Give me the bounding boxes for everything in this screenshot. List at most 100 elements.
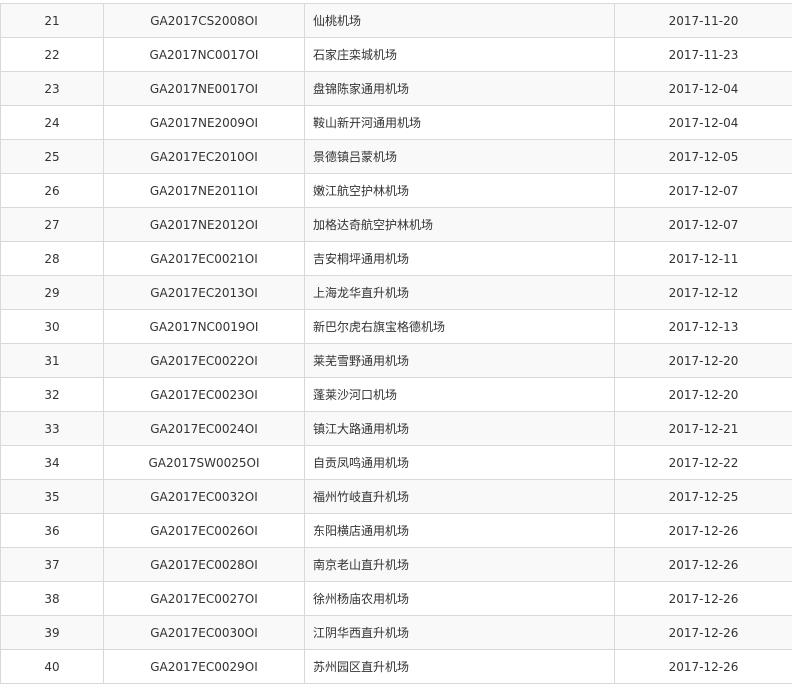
- table-row: 29 GA2017EC2013OI 上海龙华直升机场 2017-12-12: [0, 275, 792, 310]
- registration-date: 2017-12-07: [614, 173, 792, 208]
- registration-date: 2017-12-26: [614, 547, 792, 582]
- airport-name: 加格达奇航空护林机场: [304, 207, 615, 242]
- table-row: 30 GA2017NC0019OI 新巴尔虎右旗宝格德机场 2017-12-13: [0, 309, 792, 344]
- row-number: 26: [0, 173, 104, 208]
- row-number: 28: [0, 241, 104, 276]
- row-number: 35: [0, 479, 104, 514]
- registration-code: GA2017EC0022OI: [103, 343, 305, 378]
- registration-date: 2017-12-04: [614, 105, 792, 140]
- registration-code: GA2017NC0019OI: [103, 309, 305, 344]
- row-number: 36: [0, 513, 104, 548]
- registration-date: 2017-12-26: [614, 513, 792, 548]
- table-row: 32 GA2017EC0023OI 蓬莱沙河口机场 2017-12-20: [0, 377, 792, 412]
- registration-date: 2017-12-25: [614, 479, 792, 514]
- registration-code: GA2017EC0029OI: [103, 649, 305, 684]
- airport-name: 莱芜雪野通用机场: [304, 343, 615, 378]
- registration-date: 2017-12-13: [614, 309, 792, 344]
- registration-date: 2017-12-22: [614, 445, 792, 480]
- registration-code: GA2017NE0017OI: [103, 71, 305, 106]
- registration-date: 2017-12-21: [614, 411, 792, 446]
- registration-date: 2017-12-26: [614, 615, 792, 650]
- table-body: 21 GA2017CS2008OI 仙桃机场 2017-11-20 22 GA2017NC…: [0, 3, 792, 684]
- table-row: 35 GA2017EC0032OI 福州竹岐直升机场 2017-12-25: [0, 479, 792, 514]
- row-number: 34: [0, 445, 104, 480]
- airport-name: 南京老山直升机场: [304, 547, 615, 582]
- airport-name: 苏州园区直升机场: [304, 649, 615, 684]
- registration-code: GA2017NC0017OI: [103, 37, 305, 72]
- airport-table-container: 21 GA2017CS2008OI 仙桃机场 2017-11-20 22 GA2017NC…: [0, 3, 792, 684]
- table-row: 24 GA2017NE2009OI 鞍山新开河通用机场 2017-12-04: [0, 105, 792, 140]
- registration-code: GA2017SW0025OI: [103, 445, 305, 480]
- airport-name: 石家庄栾城机场: [304, 37, 615, 72]
- row-number: 37: [0, 547, 104, 582]
- registration-code: GA2017EC0030OI: [103, 615, 305, 650]
- row-number: 31: [0, 343, 104, 378]
- registration-code: GA2017EC0024OI: [103, 411, 305, 446]
- airport-name: 新巴尔虎右旗宝格德机场: [304, 309, 615, 344]
- table-row: 33 GA2017EC0024OI 镇江大路通用机场 2017-12-21: [0, 411, 792, 446]
- table-row: 26 GA2017NE2011OI 嫩江航空护林机场 2017-12-07: [0, 173, 792, 208]
- row-number: 23: [0, 71, 104, 106]
- airport-name: 徐州杨庙农用机场: [304, 581, 615, 616]
- table-row: 27 GA2017NE2012OI 加格达奇航空护林机场 2017-12-07: [0, 207, 792, 242]
- registration-date: 2017-12-20: [614, 377, 792, 412]
- registration-date: 2017-12-26: [614, 581, 792, 616]
- table-row: 21 GA2017CS2008OI 仙桃机场 2017-11-20: [0, 3, 792, 38]
- registration-date: 2017-12-26: [614, 649, 792, 684]
- registration-code: GA2017EC0032OI: [103, 479, 305, 514]
- registration-date: 2017-12-20: [614, 343, 792, 378]
- airport-name: 东阳横店通用机场: [304, 513, 615, 548]
- row-number: 25: [0, 139, 104, 174]
- row-number: 30: [0, 309, 104, 344]
- airport-registration-table: 21 GA2017CS2008OI 仙桃机场 2017-11-20 22 GA2017NC…: [0, 3, 792, 684]
- table-row: 34 GA2017SW0025OI 自贡凤鸣通用机场 2017-12-22: [0, 445, 792, 480]
- airport-name: 江阴华西直升机场: [304, 615, 615, 650]
- row-number: 40: [0, 649, 104, 684]
- row-number: 29: [0, 275, 104, 310]
- registration-code: GA2017NE2009OI: [103, 105, 305, 140]
- registration-date: 2017-12-11: [614, 241, 792, 276]
- airport-name: 吉安桐坪通用机场: [304, 241, 615, 276]
- registration-date: 2017-12-07: [614, 207, 792, 242]
- table-row: 36 GA2017EC0026OI 东阳横店通用机场 2017-12-26: [0, 513, 792, 548]
- row-number: 27: [0, 207, 104, 242]
- row-number: 22: [0, 37, 104, 72]
- table-row: 22 GA2017NC0017OI 石家庄栾城机场 2017-11-23: [0, 37, 792, 72]
- airport-name: 鞍山新开河通用机场: [304, 105, 615, 140]
- airport-name: 景德镇吕蒙机场: [304, 139, 615, 174]
- registration-code: GA2017EC0027OI: [103, 581, 305, 616]
- registration-code: GA2017EC0023OI: [103, 377, 305, 412]
- table-row: 39 GA2017EC0030OI 江阴华西直升机场 2017-12-26: [0, 615, 792, 650]
- table-row: 31 GA2017EC0022OI 莱芜雪野通用机场 2017-12-20: [0, 343, 792, 378]
- table-row: 38 GA2017EC0027OI 徐州杨庙农用机场 2017-12-26: [0, 581, 792, 616]
- airport-name: 嫩江航空护林机场: [304, 173, 615, 208]
- registration-code: GA2017CS2008OI: [103, 3, 305, 38]
- registration-date: 2017-12-12: [614, 275, 792, 310]
- airport-name: 仙桃机场: [304, 3, 615, 38]
- registration-date: 2017-11-23: [614, 37, 792, 72]
- airport-name: 盘锦陈家通用机场: [304, 71, 615, 106]
- registration-date: 2017-11-20: [614, 3, 792, 38]
- registration-date: 2017-12-04: [614, 71, 792, 106]
- row-number: 38: [0, 581, 104, 616]
- airport-name: 镇江大路通用机场: [304, 411, 615, 446]
- row-number: 21: [0, 3, 104, 38]
- table-row: 40 GA2017EC0029OI 苏州园区直升机场 2017-12-26: [0, 649, 792, 684]
- registration-code: GA2017EC2013OI: [103, 275, 305, 310]
- row-number: 33: [0, 411, 104, 446]
- airport-name: 蓬莱沙河口机场: [304, 377, 615, 412]
- airport-name: 福州竹岐直升机场: [304, 479, 615, 514]
- row-number: 39: [0, 615, 104, 650]
- registration-code: GA2017EC2010OI: [103, 139, 305, 174]
- row-number: 32: [0, 377, 104, 412]
- registration-code: GA2017EC0021OI: [103, 241, 305, 276]
- row-number: 24: [0, 105, 104, 140]
- table-row: 23 GA2017NE0017OI 盘锦陈家通用机场 2017-12-04: [0, 71, 792, 106]
- registration-code: GA2017NE2012OI: [103, 207, 305, 242]
- registration-code: GA2017NE2011OI: [103, 173, 305, 208]
- registration-code: GA2017EC0028OI: [103, 547, 305, 582]
- airport-name: 自贡凤鸣通用机场: [304, 445, 615, 480]
- registration-date: 2017-12-05: [614, 139, 792, 174]
- table-row: 37 GA2017EC0028OI 南京老山直升机场 2017-12-26: [0, 547, 792, 582]
- registration-code: GA2017EC0026OI: [103, 513, 305, 548]
